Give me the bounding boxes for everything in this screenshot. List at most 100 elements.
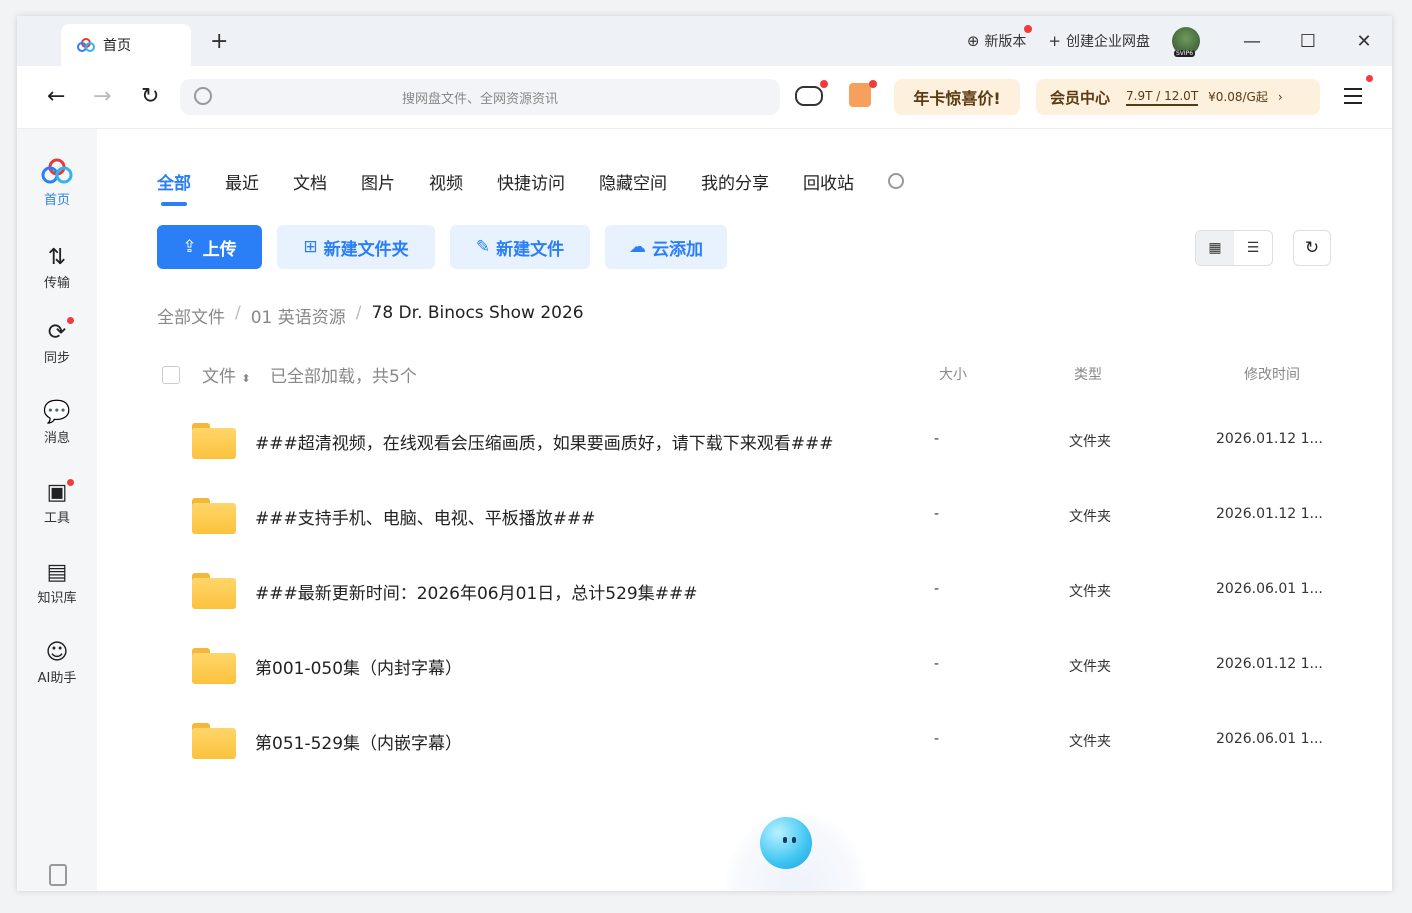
folder-icon [192, 648, 236, 684]
nav-bar: ← → ↻ 搜网盘文件、全网资源资讯 年卡惊喜价! 会员中心 7.9T / 12… [17, 66, 1392, 129]
assistant-mascot-icon[interactable] [760, 817, 812, 869]
table-row[interactable]: ###支持手机、电脑、电视、平板播放### - 文件夹 2026.01.12 1… [157, 496, 1357, 571]
file-size: - [934, 581, 940, 597]
search-input[interactable]: 搜网盘文件、全网资源资讯 [180, 79, 780, 115]
toolbox-icon: ▣ [46, 480, 68, 505]
table-row[interactable]: ###超清视频，在线观看会压缩画质，如果要画质好，请下载下来观看### - 文件… [157, 421, 1357, 496]
plus-icon: + [1048, 32, 1061, 50]
new-folder-label: 新建文件夹 [323, 239, 409, 260]
sidebar-item-ai-assistant[interactable]: ☺ AI助手 [17, 639, 97, 686]
new-version-button[interactable]: ⊕ 新版本 [967, 25, 1033, 51]
file-size: - [934, 731, 940, 747]
file-modified: 2026.01.12 1... [1216, 431, 1323, 447]
reload-icon[interactable]: ↻ [141, 84, 159, 109]
sidebar-item-messages[interactable]: 💬 消息 [17, 399, 97, 446]
sidebar-item-knowledge-base[interactable]: ▤ 知识库 [17, 559, 97, 606]
message-icon: 💬 [43, 400, 71, 425]
grid-view-icon[interactable]: ▦ [1196, 231, 1234, 265]
file-modified: 2026.01.12 1... [1216, 656, 1323, 672]
gamepad-icon[interactable] [795, 86, 823, 106]
sidebar-item-label: 首页 [43, 193, 70, 208]
back-icon[interactable]: ← [47, 84, 65, 109]
baidu-netdisk-logo [77, 38, 95, 52]
app-window: 首页 + ⊕ 新版本 + 创建企业网盘 SVIP6 — ☐ ✕ ← → ↻ 搜网… [17, 16, 1392, 891]
column-modified[interactable]: 修改时间 [1244, 364, 1300, 384]
forward-icon[interactable]: → [93, 84, 111, 109]
file-modified: 2026.01.12 1... [1216, 506, 1323, 522]
new-folder-button[interactable]: ⊞ 新建文件夹 [277, 225, 435, 269]
sort-icon: ⬍ [241, 372, 251, 385]
column-size[interactable]: 大小 [939, 364, 967, 384]
sidebar-item-label: 传输 [43, 276, 70, 291]
tab-recent[interactable]: 最近 [225, 169, 259, 194]
tab-images[interactable]: 图片 [361, 169, 395, 194]
tab-all[interactable]: 全部 [157, 169, 191, 206]
sync-icon: ⟳ [47, 320, 67, 345]
refresh-icon[interactable]: ↻ [1293, 230, 1331, 266]
eye-icon[interactable] [888, 173, 904, 189]
search-placeholder: 搜网盘文件、全网资源资讯 [401, 91, 558, 107]
breadcrumb-separator: / [235, 303, 241, 323]
file-type: 文件夹 [1069, 584, 1111, 600]
file-size: - [934, 431, 940, 447]
breadcrumb-root[interactable]: 全部文件 [157, 303, 225, 328]
file-modified: 2026.06.01 1... [1216, 581, 1323, 597]
create-enterprise-label: 创建企业网盘 [1066, 34, 1150, 50]
search-icon [194, 87, 212, 105]
file-name[interactable]: 第051-529集（内嵌字幕） [255, 729, 462, 754]
maximize-button[interactable]: ☐ [1280, 31, 1336, 52]
new-file-icon: ✎ [475, 237, 491, 257]
member-center-label: 会员中心 [1050, 88, 1111, 107]
minimize-button[interactable]: — [1224, 31, 1280, 52]
select-all-checkbox[interactable] [162, 366, 180, 384]
upload-button[interactable]: ⇪ 上传 [157, 225, 262, 269]
annual-promo-button[interactable]: 年卡惊喜价! [894, 79, 1020, 115]
create-enterprise-button[interactable]: + 创建企业网盘 [1048, 31, 1150, 51]
sidebar-item-label: 同步 [43, 351, 70, 366]
new-tab-button[interactable]: + [210, 29, 228, 54]
menu-dot [1366, 75, 1373, 82]
baidu-netdisk-logo [41, 158, 73, 184]
cloud-add-button[interactable]: ☁ 云添加 [605, 225, 727, 269]
close-button[interactable]: ✕ [1336, 31, 1392, 52]
tab-quick-access[interactable]: 快捷访问 [497, 169, 565, 194]
tab-videos[interactable]: 视频 [429, 169, 463, 194]
folder-icon [192, 723, 236, 759]
tab-home[interactable]: 首页 [61, 24, 191, 66]
file-type: 文件夹 [1069, 659, 1111, 675]
table-row[interactable]: ###最新更新时间：2026年06月01日，总计529集### - 文件夹 20… [157, 571, 1357, 646]
svip-badge: SVIP6 [1174, 50, 1196, 57]
avatar[interactable]: SVIP6 [1172, 27, 1200, 57]
menu-icon[interactable] [1344, 88, 1362, 109]
breadcrumb: 全部文件 / 01 英语资源 / 78 Dr. Binocs Show 2026 [157, 303, 584, 328]
column-file-label: 文件 [202, 367, 236, 387]
tools-dot [67, 479, 74, 486]
file-name[interactable]: 第001-050集（内封字幕） [255, 654, 462, 679]
sidebar-item-sync[interactable]: ⟳ 同步 [17, 317, 97, 366]
table-row[interactable]: 第051-529集（内嵌字幕） - 文件夹 2026.06.01 1... [157, 721, 1357, 796]
breadcrumb-level1[interactable]: 01 英语资源 [251, 303, 346, 328]
tab-recycle-bin[interactable]: 回收站 [803, 169, 854, 194]
main-content: 全部 最近 文档 图片 视频 快捷访问 隐藏空间 我的分享 回收站 ⇪ 上传 ⊞… [97, 129, 1392, 891]
tab-documents[interactable]: 文档 [293, 169, 327, 194]
file-name[interactable]: ###支持手机、电脑、电视、平板播放### [255, 504, 595, 529]
file-type: 文件夹 [1069, 734, 1111, 750]
sidebar-item-tools[interactable]: ▣ 工具 [17, 479, 97, 526]
new-file-button[interactable]: ✎ 新建文件 [450, 225, 590, 269]
sidebar-item-home[interactable]: 首页 [17, 157, 97, 208]
list-view-icon[interactable]: ☰ [1234, 231, 1272, 265]
sidebar-item-transfer[interactable]: ⇅ 传输 [17, 244, 97, 291]
gift-bag-icon[interactable] [849, 83, 871, 107]
new-folder-icon: ⊞ [303, 237, 318, 257]
file-name[interactable]: ###最新更新时间：2026年06月01日，总计529集### [255, 579, 697, 604]
column-file[interactable]: 文件 ⬍ [202, 362, 251, 387]
breadcrumb-separator: / [355, 303, 362, 323]
file-size: - [934, 506, 940, 522]
file-name[interactable]: ###超清视频，在线观看会压缩画质，如果要画质好，请下载下来观看### [255, 429, 833, 454]
phone-icon[interactable] [49, 864, 67, 886]
table-row[interactable]: 第001-050集（内封字幕） - 文件夹 2026.01.12 1... [157, 646, 1357, 721]
column-type[interactable]: 类型 [1074, 364, 1102, 384]
tab-my-shares[interactable]: 我的分享 [701, 169, 769, 194]
member-center-button[interactable]: 会员中心 7.9T / 12.0T ¥0.08/G起 › [1036, 79, 1320, 115]
tab-hidden-space[interactable]: 隐藏空间 [599, 169, 667, 194]
